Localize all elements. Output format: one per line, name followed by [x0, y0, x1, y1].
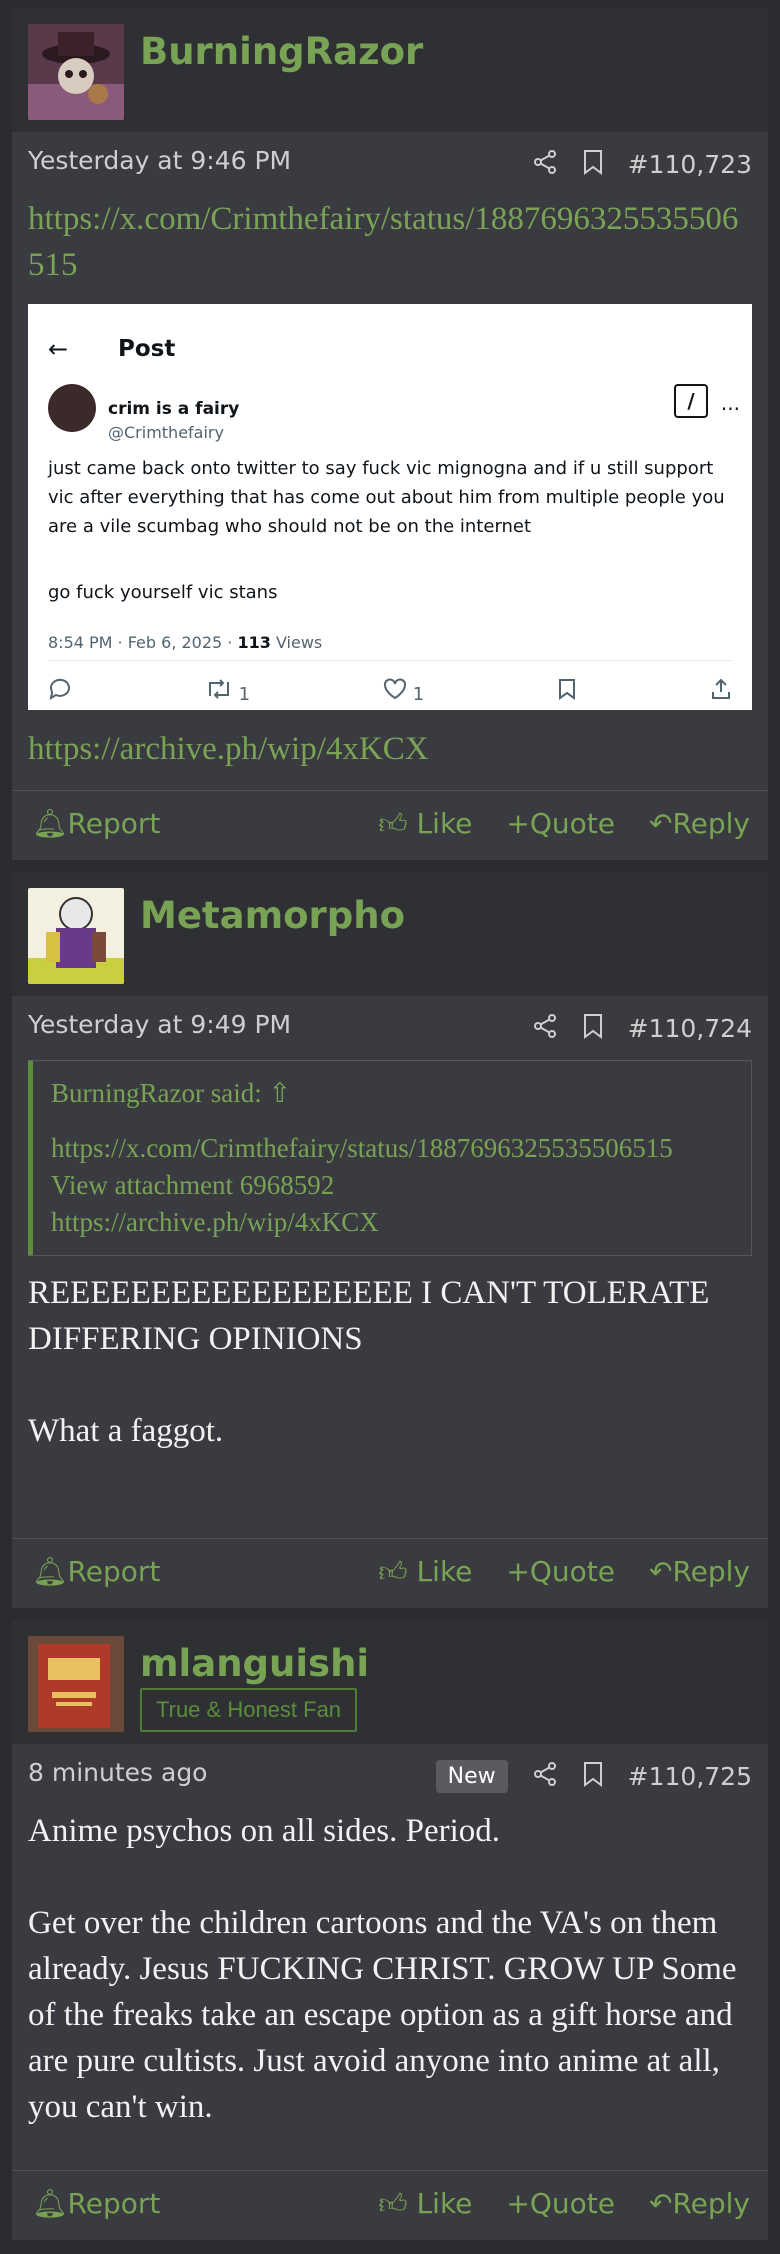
- arrow-up-circle-icon[interactable]: ⇧: [268, 1078, 291, 1108]
- post-header: BurningRazor: [12, 8, 768, 132]
- username[interactable]: mlanguishi: [140, 1642, 369, 1685]
- post-timestamp[interactable]: 8 minutes ago: [28, 1758, 207, 1787]
- username[interactable]: Metamorpho: [140, 894, 405, 937]
- post-footer: 🔔︎Report 👍︎ Like +Quote ↶Reply: [12, 1538, 768, 1608]
- post-number[interactable]: #110,723: [628, 150, 752, 179]
- reply-button[interactable]: ↶Reply: [649, 2187, 750, 2221]
- quote-link[interactable]: https://x.com/Crimthefairy/status/188769…: [51, 1130, 731, 1167]
- plus-icon: +: [506, 2187, 530, 2220]
- share-upload-icon[interactable]: [710, 672, 732, 718]
- quote-button[interactable]: +Quote: [506, 2187, 615, 2221]
- post-meta: Yesterday at 9:46 PM #110,723: [12, 132, 768, 196]
- bell-icon: 🔔︎: [32, 807, 68, 840]
- like-button[interactable]: 👍︎ Like: [378, 2187, 472, 2221]
- quote-attachment[interactable]: View attachment 6968592: [51, 1167, 731, 1204]
- reply-icon[interactable]: [48, 672, 72, 718]
- post-body: https://x.com/Crimthefairy/status/188769…: [12, 196, 768, 772]
- tweet-text: just came back onto twitter to say fuck …: [48, 458, 725, 537]
- tweet-link[interactable]: https://x.com/Crimthefairy/status/188769…: [28, 196, 752, 288]
- avatar[interactable]: [28, 1636, 124, 1732]
- retweet-icon[interactable]: 1: [205, 672, 250, 718]
- post-header: Metamorpho: [12, 872, 768, 996]
- post-meta: 8 minutes ago New #110,725: [12, 1744, 768, 1808]
- reply-arrow-icon: ↶: [648, 1555, 673, 1588]
- like-button[interactable]: 👍︎ Like: [378, 1555, 472, 1589]
- post-footer: 🔔︎Report 👍︎ Like +Quote ↶Reply: [12, 2170, 768, 2240]
- tweet-text-2: go fuck yourself vic stans: [48, 582, 278, 603]
- post-110723: BurningRazor Yesterday at 9:46 PM #110,7…: [12, 8, 768, 860]
- quote-block: BurningRazor said: ⇧ https://x.com/Crimt…: [28, 1060, 752, 1256]
- avatar[interactable]: [28, 24, 124, 120]
- bell-icon: 🔔︎: [32, 1555, 68, 1588]
- thumbs-up-icon: 👍︎: [378, 807, 408, 840]
- bookmark-icon[interactable]: [582, 1013, 604, 1043]
- post-110725: mlanguishi True & Honest Fan 8 minutes a…: [12, 1620, 768, 2240]
- grok-icon[interactable]: /: [674, 384, 708, 418]
- bookmark-icon[interactable]: [582, 149, 604, 179]
- quote-button[interactable]: +Quote: [506, 807, 615, 841]
- divider: [48, 660, 732, 661]
- reply-button[interactable]: ↶Reply: [649, 807, 750, 841]
- embed-title: Post: [118, 336, 176, 362]
- quote-author[interactable]: BurningRazor said: ⇧: [51, 1075, 731, 1112]
- username[interactable]: BurningRazor: [140, 30, 423, 73]
- post-timestamp[interactable]: Yesterday at 9:46 PM: [28, 146, 291, 175]
- post-number[interactable]: #110,725: [628, 1762, 752, 1791]
- new-badge: New: [435, 1759, 508, 1793]
- bell-icon: 🔔︎: [32, 2187, 68, 2220]
- post-text: Anime psychos on all sides. Period.: [28, 1813, 501, 1849]
- archive-link[interactable]: https://archive.ph/wip/4xKCX: [28, 726, 752, 772]
- quote-button[interactable]: +Quote: [506, 1555, 615, 1589]
- user-title-badge: True & Honest Fan: [140, 1688, 358, 1732]
- post-body: Anime psychos on all sides. Period. Get …: [12, 1808, 768, 2130]
- plus-icon: +: [506, 807, 530, 840]
- post-text-2: Get over the children cartoons and the V…: [28, 1905, 737, 2125]
- post-110724: Metamorpho Yesterday at 9:49 PM #110,724…: [12, 872, 768, 1608]
- quote-archive-link[interactable]: https://archive.ph/wip/4xKCX: [51, 1204, 731, 1241]
- reply-button[interactable]: ↶Reply: [649, 1555, 750, 1589]
- tweet-actions: 1 1: [48, 672, 732, 718]
- report-button[interactable]: 🔔︎Report: [32, 1555, 160, 1588]
- reply-arrow-icon: ↶: [648, 807, 673, 840]
- tweet-handle: @Crimthefairy: [108, 423, 224, 442]
- post-footer: 🔔︎Report 👍︎ Like +Quote ↶Reply: [12, 790, 768, 860]
- back-arrow-icon[interactable]: ←: [48, 326, 68, 372]
- post-text: REEEEEEEEEEEEEEEEEE I CAN'T TOLERATE DIF…: [28, 1275, 710, 1357]
- bookmark-icon[interactable]: [582, 1761, 604, 1791]
- tweet-avatar: [48, 384, 96, 432]
- share-icon[interactable]: [532, 1013, 558, 1043]
- report-button[interactable]: 🔔︎Report: [32, 2187, 160, 2220]
- plus-icon: +: [506, 1555, 530, 1588]
- like-button[interactable]: 👍︎ Like: [378, 807, 472, 841]
- share-icon[interactable]: [532, 1761, 558, 1791]
- post-body: REEEEEEEEEEEEEEEEEE I CAN'T TOLERATE DIF…: [12, 1270, 768, 1454]
- report-button[interactable]: 🔔︎Report: [32, 807, 160, 840]
- tweet-embed[interactable]: ← Post crim is a fairy @Crimthefairy / ·…: [28, 304, 752, 710]
- reply-arrow-icon: ↶: [648, 2187, 673, 2220]
- share-icon[interactable]: [532, 149, 558, 179]
- post-timestamp[interactable]: Yesterday at 9:49 PM: [28, 1010, 291, 1039]
- avatar[interactable]: [28, 888, 124, 984]
- thumbs-up-icon: 👍︎: [378, 2187, 408, 2220]
- post-text-2: What a faggot.: [28, 1413, 224, 1449]
- thumbs-up-icon: 👍︎: [378, 1555, 408, 1588]
- post-meta: Yesterday at 9:49 PM #110,724: [12, 996, 768, 1060]
- more-options-icon[interactable]: ···: [721, 386, 740, 432]
- post-header: mlanguishi True & Honest Fan: [12, 1620, 768, 1744]
- bookmark-icon[interactable]: [557, 672, 577, 718]
- like-heart-icon[interactable]: 1: [383, 672, 424, 718]
- post-number[interactable]: #110,724: [628, 1014, 752, 1043]
